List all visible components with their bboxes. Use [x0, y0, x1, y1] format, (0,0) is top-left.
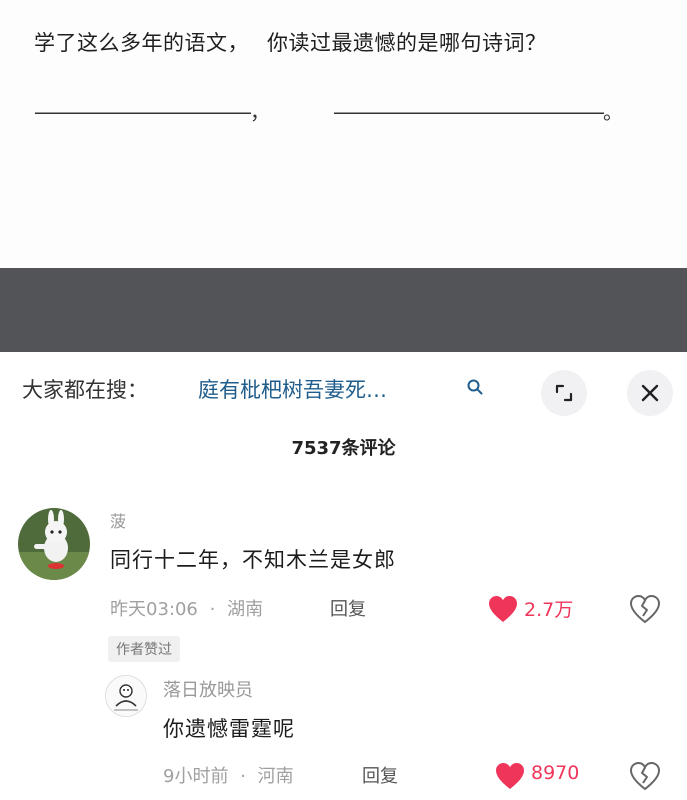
comment-meta: 昨天03:06 · 湖南	[110, 595, 263, 621]
comment-meta: 9小时前 · 河南	[163, 762, 294, 788]
video-overlay-band	[0, 268, 687, 352]
comment-location: 河南	[257, 766, 294, 787]
close-button[interactable]	[627, 370, 673, 416]
avatar[interactable]	[18, 508, 90, 580]
reply-button[interactable]: 回复	[362, 762, 398, 788]
dislike-icon[interactable]	[629, 594, 661, 624]
expand-icon	[555, 384, 573, 402]
search-icon[interactable]	[466, 378, 484, 396]
comment-count: 7537条评论	[291, 438, 396, 459]
expand-button[interactable]	[541, 370, 587, 416]
post-question: 学了这么多年的语文， 你读过最遗憾的是哪句诗词？	[34, 27, 547, 57]
dislike-icon[interactable]	[629, 761, 661, 791]
comment-location: 湖南	[227, 599, 264, 620]
comment-time: 9小时前	[163, 766, 229, 787]
comments-sheet: 大家都在搜： 庭有枇杷树吾妻死… 7537条评论 菠 同行十二年，不知木兰是女郎…	[0, 352, 687, 800]
meta-separator: ·	[209, 599, 216, 620]
heart-icon[interactable]	[488, 595, 518, 623]
comment-username[interactable]: 落日放映员	[163, 676, 253, 702]
heart-icon[interactable]	[495, 762, 525, 790]
like-count: 2.7万	[524, 599, 574, 621]
post-image: 学了这么多年的语文， 你读过最遗憾的是哪句诗词？ ————————————， ——…	[0, 0, 687, 268]
avatar[interactable]	[105, 675, 147, 717]
comment-username[interactable]: 菠	[110, 508, 126, 532]
comment-time: 昨天03:06	[110, 599, 198, 620]
search-suggestion-link[interactable]: 庭有枇杷树吾妻死…	[198, 374, 387, 404]
comment-text: 同行十二年，不知木兰是女郎	[110, 548, 396, 572]
question-part2: 你读过最遗憾的是哪句诗词？	[267, 31, 547, 55]
reply-button[interactable]: 回复	[330, 595, 366, 621]
comment-text: 你遗憾雷霆呢	[163, 717, 295, 741]
search-prefix: 大家都在搜：	[22, 378, 148, 402]
avatar-image	[18, 508, 90, 580]
question-part1: 学了这么多年的语文，	[34, 31, 249, 55]
close-icon	[641, 384, 659, 402]
meta-separator: ·	[240, 766, 246, 787]
like-count: 8970	[531, 762, 580, 784]
avatar-image	[106, 676, 146, 716]
answer-blank-1: ————————————，	[34, 100, 270, 124]
answer-blank-2: ———————————————。	[333, 100, 623, 124]
author-liked-badge: 作者赞过	[108, 636, 180, 662]
